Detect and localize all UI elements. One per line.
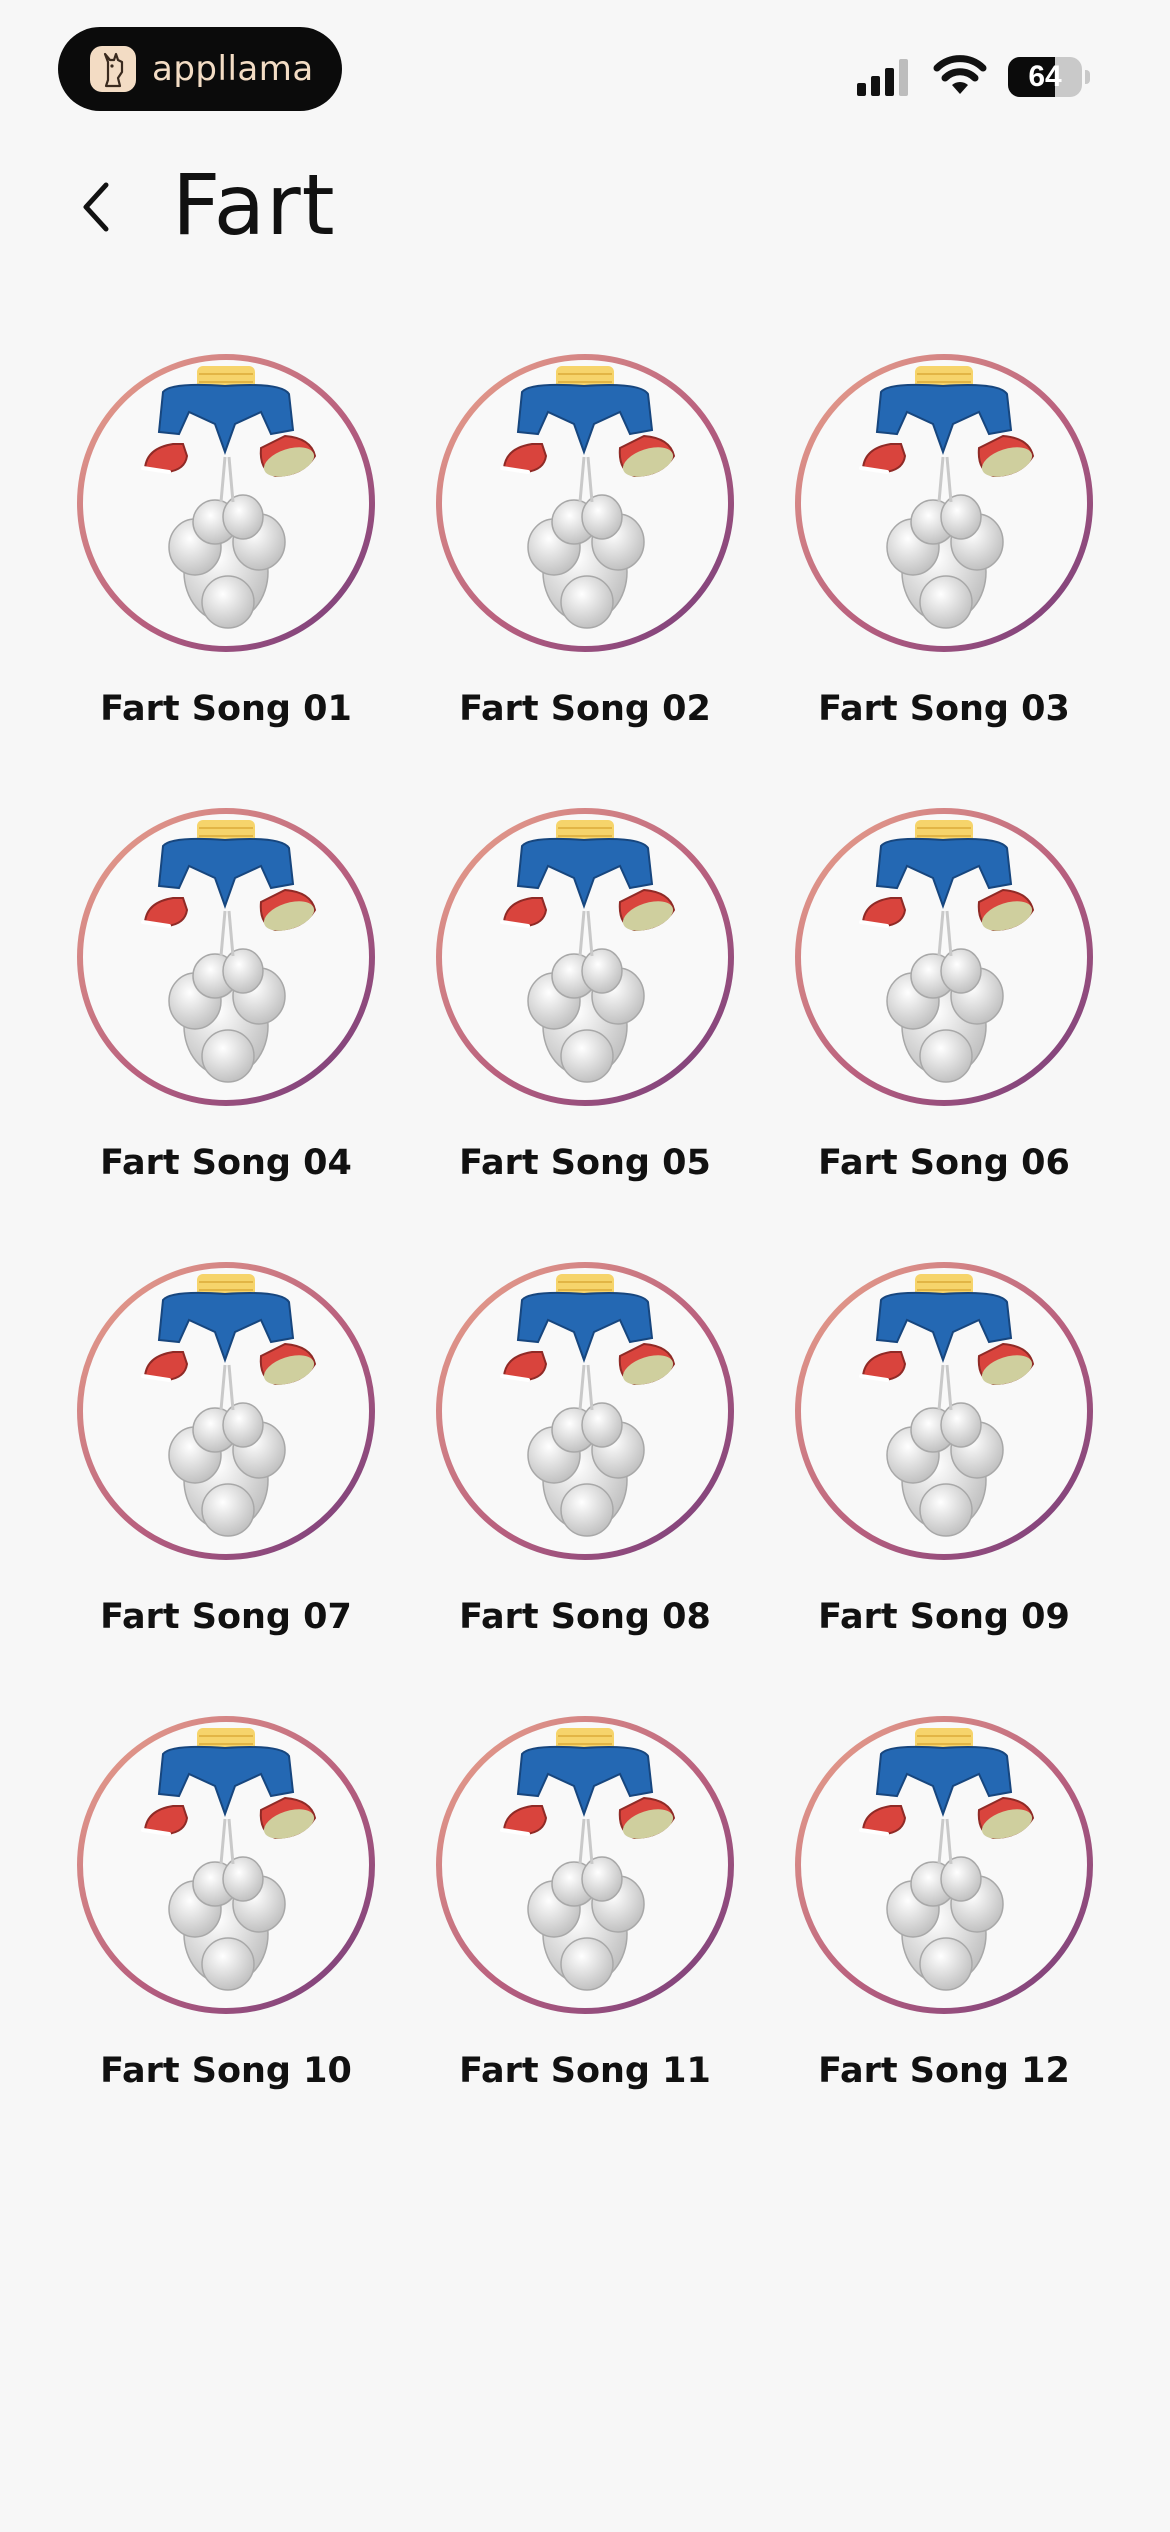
song-artwork — [77, 808, 375, 1106]
song-label: Fart Song 04 — [100, 1143, 352, 1183]
song-label: Fart Song 05 — [459, 1143, 711, 1183]
song-label: Fart Song 12 — [818, 2051, 1070, 2091]
song-item[interactable]: Fart Song 03 — [765, 348, 1123, 802]
song-label: Fart Song 03 — [818, 689, 1070, 729]
llama-icon — [90, 46, 136, 92]
song-item[interactable]: Fart Song 06 — [765, 802, 1123, 1256]
song-label: Fart Song 01 — [100, 689, 352, 729]
battery-icon: 64 — [1008, 57, 1090, 97]
song-item[interactable]: Fart Song 02 — [406, 348, 764, 802]
song-artwork — [436, 808, 734, 1106]
brand-pill[interactable]: appllama — [58, 27, 342, 111]
song-artwork — [795, 1262, 1093, 1560]
song-item[interactable]: Fart Song 09 — [765, 1256, 1123, 1710]
song-label: Fart Song 02 — [459, 689, 711, 729]
song-label: Fart Song 10 — [100, 2051, 352, 2091]
song-label: Fart Song 06 — [818, 1143, 1070, 1183]
song-label: Fart Song 07 — [100, 1597, 352, 1637]
brand-name: appllama — [152, 49, 314, 89]
chevron-left-icon — [83, 182, 109, 232]
back-button[interactable] — [66, 172, 126, 242]
song-item[interactable]: Fart Song 10 — [47, 1710, 405, 2164]
status-bar: appllama 64 — [0, 0, 1170, 130]
song-artwork — [795, 354, 1093, 652]
battery-level: 64 — [1028, 60, 1062, 93]
song-artwork — [77, 354, 375, 652]
page-title: Fart — [172, 156, 336, 254]
song-artwork — [77, 1262, 375, 1560]
song-item[interactable]: Fart Song 04 — [47, 802, 405, 1256]
song-artwork — [436, 1716, 734, 2014]
song-artwork — [795, 1716, 1093, 2014]
song-artwork — [436, 1262, 734, 1560]
song-item[interactable]: Fart Song 07 — [47, 1256, 405, 1710]
song-artwork — [795, 808, 1093, 1106]
song-item[interactable]: Fart Song 01 — [47, 348, 405, 802]
cellular-signal-icon — [855, 57, 915, 97]
song-item[interactable]: Fart Song 08 — [406, 1256, 764, 1710]
song-grid: Fart Song 01 Fart Song 02 Fart Song 03 F… — [47, 348, 1123, 2164]
song-artwork — [77, 1716, 375, 2014]
song-artwork — [436, 354, 734, 652]
song-item[interactable]: Fart Song 12 — [765, 1710, 1123, 2164]
song-item[interactable]: Fart Song 11 — [406, 1710, 764, 2164]
wifi-icon — [932, 54, 988, 96]
song-label: Fart Song 08 — [459, 1597, 711, 1637]
song-label: Fart Song 11 — [459, 2051, 711, 2091]
song-item[interactable]: Fart Song 05 — [406, 802, 764, 1256]
song-label: Fart Song 09 — [818, 1597, 1070, 1637]
